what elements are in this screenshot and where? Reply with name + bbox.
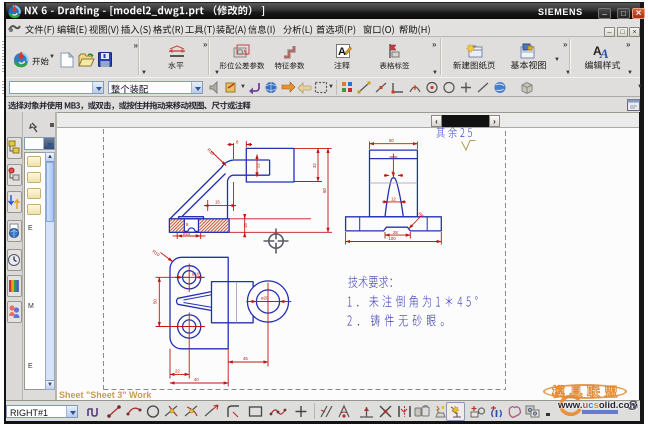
svg-text:28: 28 [393,230,398,235]
svg-text:60: 60 [322,188,327,193]
svg-text:12: 12 [391,196,396,201]
svg-text:ø10: ø10 [192,272,200,277]
svg-text:15: 15 [215,200,220,205]
svg-text:R10: R10 [206,147,216,157]
svg-text:Sheet "Sheet 3" Work: Sheet "Sheet 3" Work [59,390,152,400]
svg-text:50: 50 [153,299,158,304]
svg-text:R5: R5 [417,211,425,219]
svg-text:22: 22 [256,163,261,168]
svg-text:A: A [599,46,609,59]
svg-text:R10: R10 [151,249,161,258]
svg-text:100: 100 [389,236,397,241]
svg-text:32: 32 [312,163,317,168]
svg-text:ø15: ø15 [183,231,191,236]
svg-text:45: 45 [243,356,248,361]
svg-text:22: 22 [175,369,180,374]
svg-text:8: 8 [236,140,239,145]
svg-text:ø20: ø20 [261,296,269,301]
svg-text:50: 50 [389,138,394,143]
svg-text:8: 8 [186,222,189,227]
svg-text:40: 40 [194,377,199,382]
svg-text:A: A [338,46,346,58]
svg-text:6: 6 [392,170,395,175]
svg-text:15: 15 [243,223,248,228]
